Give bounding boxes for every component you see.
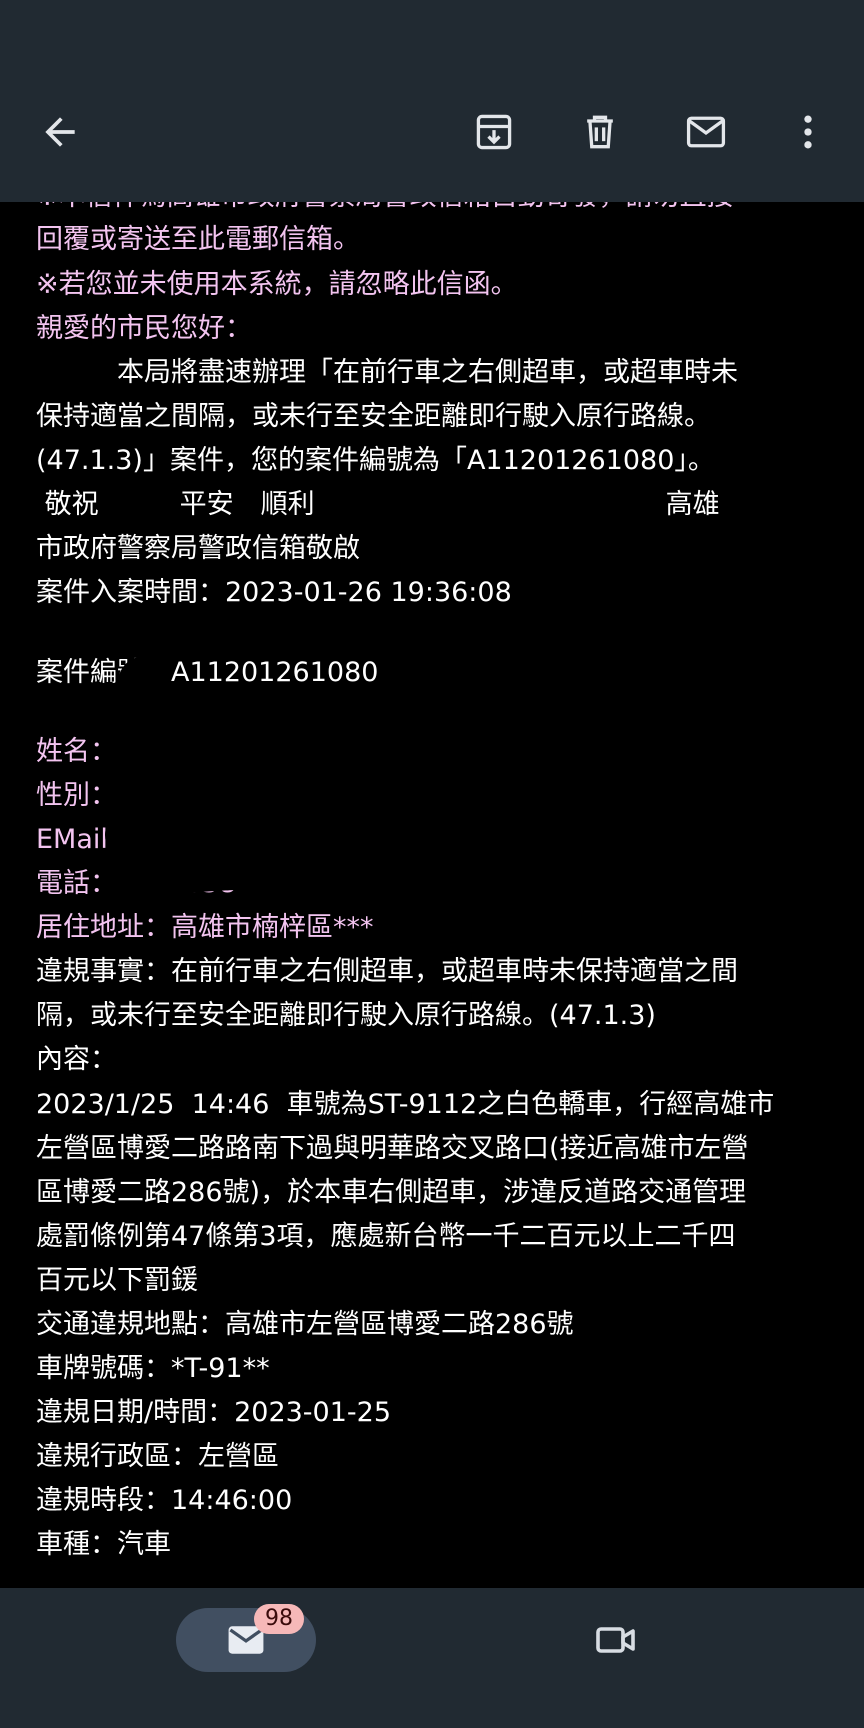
top-app-bar (0, 0, 864, 202)
arrow-back-icon (45, 117, 75, 147)
email-body: ※本信件為高雄市政府警察局警政信箱自動寄發，請勿直接 回覆或寄送至此電郵信箱。 … (0, 0, 864, 1588)
archive-button[interactable] (466, 104, 522, 160)
nav-meet-tab[interactable] (588, 1612, 644, 1668)
mail-icon (686, 116, 726, 148)
bottom-navigation: 98 (0, 1588, 864, 1728)
back-button[interactable] (32, 104, 88, 160)
unread-count-badge: 98 (254, 1604, 304, 1634)
more-options-button[interactable] (780, 104, 836, 160)
mark-unread-button[interactable] (678, 104, 734, 160)
redaction-scribble (100, 657, 589, 900)
archive-icon (476, 114, 512, 150)
delete-button[interactable] (572, 104, 628, 160)
video-camera-icon (596, 1627, 635, 1653)
more-vert-icon (804, 115, 812, 149)
trash-icon (587, 115, 613, 149)
